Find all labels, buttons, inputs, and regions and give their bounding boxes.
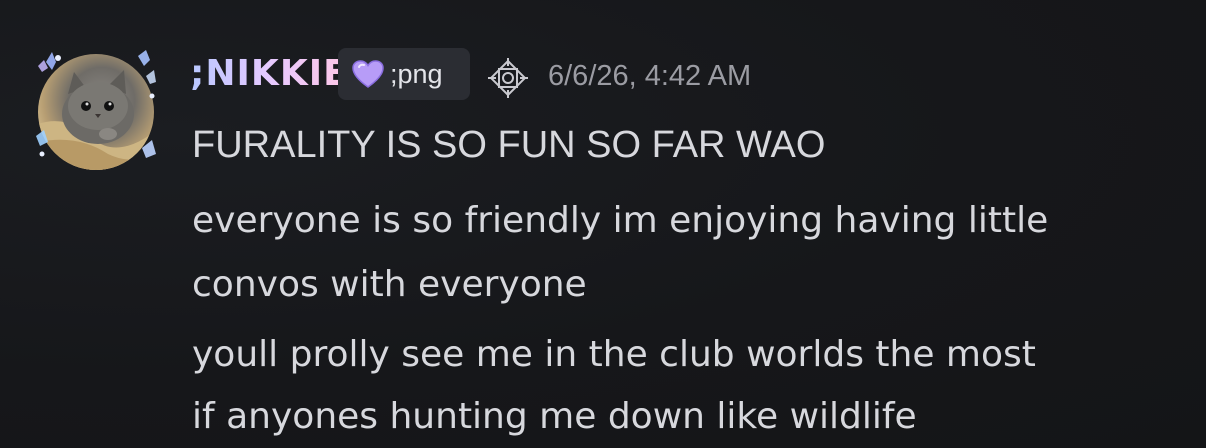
message-line: convos with everyone [192, 264, 587, 305]
purple-heart-icon [352, 60, 384, 92]
author-display-name[interactable]: ;NIKKIE [190, 50, 349, 98]
message-line: youll prolly see me in the club worlds t… [192, 334, 1036, 375]
message-timestamp: 6/6/26, 4:42 AM [548, 60, 752, 92]
message-line: everyone is so friendly im enjoying havi… [192, 200, 1049, 241]
crystal-decoration-icon [36, 50, 156, 158]
chat-message: ;NIKKIE ;png 6/6/26, 4:42 AM FURALITY IS… [0, 0, 1206, 448]
ornament-diamond-icon[interactable] [484, 54, 532, 106]
server-tag-label: ;png [390, 59, 443, 89]
server-tag-badge[interactable]: ;png [338, 48, 470, 100]
message-line: if anyones hunting me down like wildlife [192, 396, 917, 437]
message-line: FURALITY IS SO FUN SO FAR WAO [192, 124, 826, 166]
avatar[interactable] [34, 48, 160, 174]
